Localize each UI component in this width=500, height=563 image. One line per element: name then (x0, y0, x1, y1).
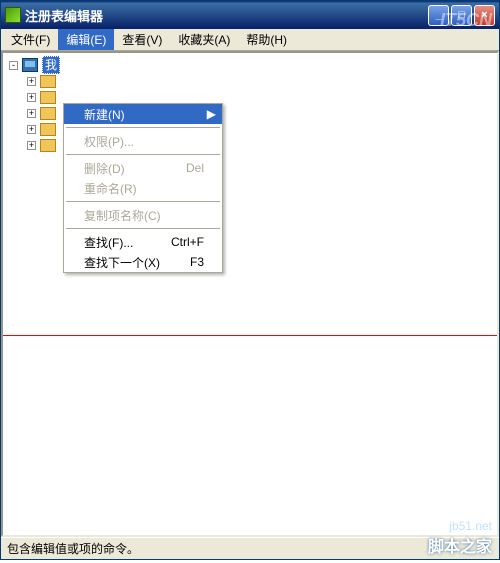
close-button[interactable]: × (474, 5, 495, 26)
menu-find-label: 查找(F)... (84, 234, 133, 251)
tree-root-row[interactable]: - 我 (9, 57, 491, 73)
folder-icon (40, 123, 56, 136)
annotation-line (3, 335, 497, 336)
statusbar: 包含编辑值或项的命令。 (1, 537, 499, 559)
menu-delete[interactable]: 删除(D) Del (64, 158, 222, 178)
edit-dropdown: 新建(N) ▶ 权限(P)... 删除(D) Del 重命名(R) 复制项名称(… (63, 103, 223, 273)
menu-favorites[interactable]: 收藏夹(A) (170, 29, 238, 50)
menu-file[interactable]: 文件(F) (3, 29, 58, 50)
menu-find-next-shortcut: F3 (190, 255, 204, 269)
menu-new-label: 新建(N) (84, 106, 125, 123)
menu-copy-keyname-label: 复制项名称(C) (84, 207, 161, 224)
menu-find-next-label: 查找下一个(X) (84, 254, 160, 271)
regedit-window: 注册表编辑器 _ □ × 文件(F) 编辑(E) 查看(V) 收藏夹(A) 帮助… (0, 0, 500, 560)
collapse-icon[interactable]: - (9, 61, 18, 70)
folder-icon (40, 75, 56, 88)
computer-icon (22, 58, 38, 72)
submenu-arrow-icon: ▶ (207, 107, 216, 121)
app-icon (5, 7, 21, 23)
menu-find-shortcut: Ctrl+F (171, 235, 204, 249)
menubar: 文件(F) 编辑(E) 查看(V) 收藏夹(A) 帮助(H) (1, 29, 499, 51)
menu-separator (66, 228, 220, 229)
menu-copy-keyname[interactable]: 复制项名称(C) (64, 205, 222, 225)
expand-icon[interactable]: + (27, 141, 36, 150)
expand-icon[interactable]: + (27, 109, 36, 118)
menu-separator (66, 127, 220, 128)
menu-separator (66, 154, 220, 155)
window-buttons: _ □ × (428, 5, 495, 26)
tree-item[interactable]: + (27, 73, 491, 89)
menu-view[interactable]: 查看(V) (114, 29, 170, 50)
menu-edit[interactable]: 编辑(E) (58, 29, 114, 50)
window-title: 注册表编辑器 (25, 6, 428, 25)
menu-new[interactable]: 新建(N) ▶ (64, 104, 222, 124)
menu-help[interactable]: 帮助(H) (238, 29, 295, 50)
expand-icon[interactable]: + (27, 93, 36, 102)
expand-icon[interactable]: + (27, 77, 36, 86)
menu-permissions[interactable]: 权限(P)... (64, 131, 222, 151)
menu-delete-shortcut: Del (186, 161, 204, 175)
client-area: - 我 + + + + + (1, 51, 499, 537)
maximize-button[interactable]: □ (451, 5, 472, 26)
folder-icon (40, 107, 56, 120)
folder-icon (40, 139, 56, 152)
menu-rename-label: 重命名(R) (84, 180, 137, 197)
menu-delete-label: 删除(D) (84, 160, 125, 177)
folder-icon (40, 91, 56, 104)
tree-root-label[interactable]: 我 (42, 56, 60, 74)
expand-icon[interactable]: + (27, 125, 36, 134)
menu-separator (66, 201, 220, 202)
status-text: 包含编辑值或项的命令。 (7, 540, 139, 557)
minimize-button[interactable]: _ (428, 5, 449, 26)
titlebar: 注册表编辑器 _ □ × (1, 1, 499, 29)
menu-find[interactable]: 查找(F)... Ctrl+F (64, 232, 222, 252)
menu-rename[interactable]: 重命名(R) (64, 178, 222, 198)
menu-find-next[interactable]: 查找下一个(X) F3 (64, 252, 222, 272)
menu-permissions-label: 权限(P)... (84, 133, 134, 150)
